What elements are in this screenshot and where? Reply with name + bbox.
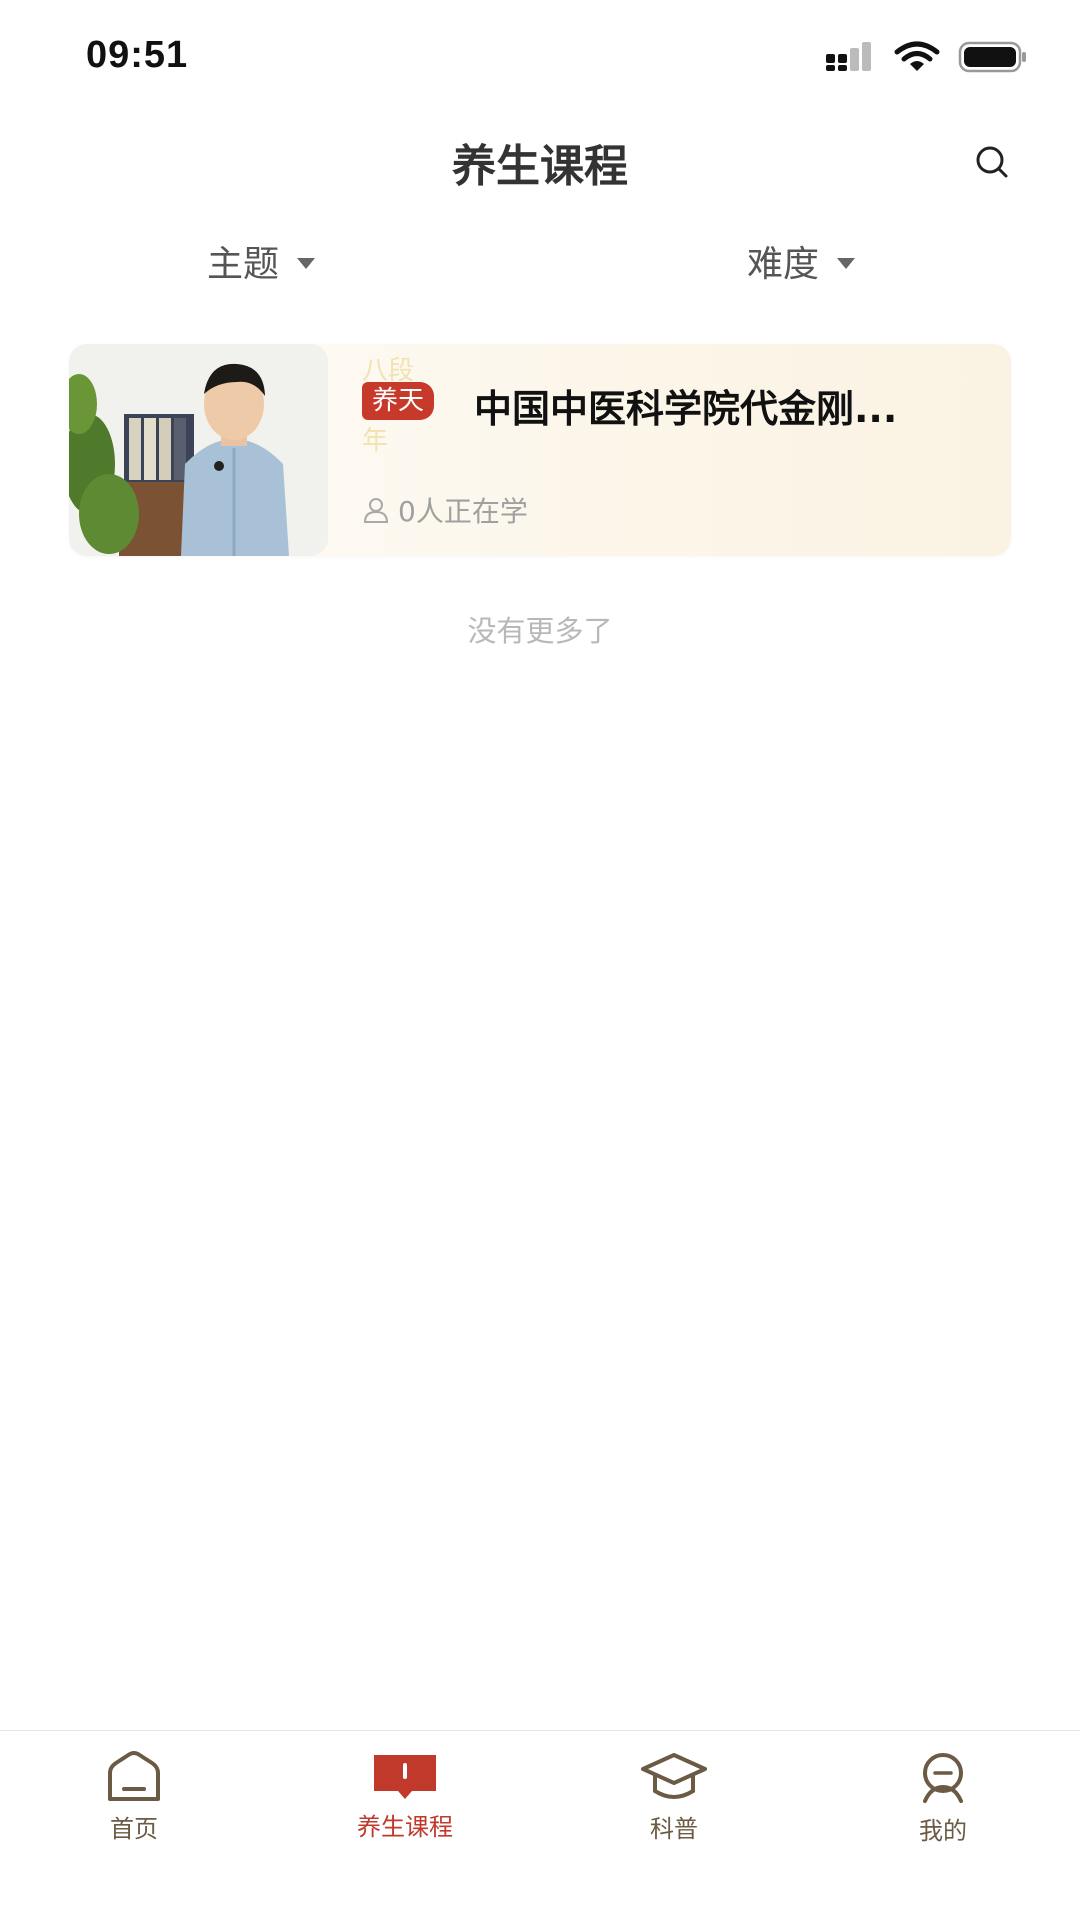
profile-icon [923, 1753, 963, 1803]
book-icon [374, 1755, 436, 1799]
cellular-signal-icon [826, 42, 871, 71]
course-title: 中国中医科学院代金刚... [474, 387, 898, 431]
user-icon [363, 498, 389, 523]
tab-science[interactable]: 科普 [599, 1751, 749, 1844]
course-thumbnail [69, 344, 328, 556]
course-tag-overflow-bottom: 年 [362, 426, 389, 456]
filter-theme-dropdown[interactable]: 主题 [207, 235, 316, 287]
bottom-tab-bar: 首页 养生课程 科普 我的 [0, 1730, 1080, 1920]
search-icon [976, 146, 1008, 178]
tab-science-label: 科普 [650, 1815, 698, 1843]
course-card-body: 八段 养天 年 中国中医科学院代金刚... 0人正在学 [362, 344, 991, 556]
tab-mine[interactable]: 我的 [868, 1751, 1018, 1846]
course-card[interactable]: 八段 养天 年 中国中医科学院代金刚... 0人正在学 [69, 344, 1011, 556]
app-screen: 09:51 养生课程 主题 难度 八段 养天 年 中国中医科学院代金刚... 0… [0, 0, 1080, 1920]
tab-home[interactable]: 首页 [59, 1751, 209, 1844]
wifi-icon [894, 41, 940, 71]
tab-home-label: 首页 [110, 1815, 158, 1843]
tab-mine-label: 我的 [919, 1817, 967, 1845]
filter-difficulty-dropdown[interactable]: 难度 [747, 235, 856, 287]
graduation-cap-icon [641, 1753, 707, 1799]
status-bar: 09:51 [0, 0, 1080, 112]
status-time: 09:51 [86, 34, 189, 76]
home-icon [108, 1751, 160, 1801]
list-end-text: 没有更多了 [467, 614, 613, 648]
caret-down-icon [297, 257, 316, 269]
search-button[interactable] [964, 134, 1020, 190]
filter-difficulty-label: 难度 [747, 244, 820, 285]
filter-theme-label: 主题 [207, 244, 280, 285]
page-title: 养生课程 [452, 141, 628, 192]
status-icons [824, 40, 1028, 74]
filter-bar: 主题 难度 [0, 225, 1080, 305]
caret-down-icon [837, 257, 856, 269]
course-learner-count: 0人正在学 [362, 490, 528, 530]
header: 养生课程 [0, 112, 1080, 212]
tab-health-course[interactable]: 养生课程 [330, 1751, 480, 1842]
tab-health-course-label: 养生课程 [357, 1813, 453, 1841]
battery-icon [958, 41, 1026, 73]
learner-count-text: 0人正在学 [398, 495, 528, 528]
course-category-tag: 养天 [362, 382, 435, 420]
